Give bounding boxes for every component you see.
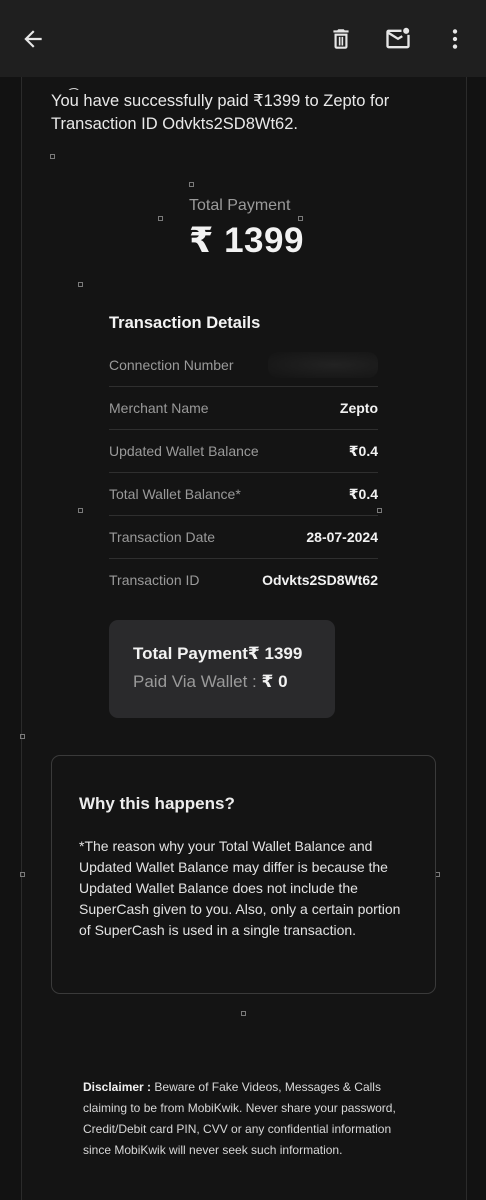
- decorative-dot: [241, 1011, 246, 1016]
- intro-message: ...@y... You have successfully paid ₹139…: [51, 84, 451, 136]
- back-arrow-icon[interactable]: [18, 24, 48, 54]
- detail-key: Transaction Date: [109, 529, 216, 545]
- detail-value: Odvkts2SD8Wt62: [262, 572, 378, 588]
- detail-value: ₹0.4: [348, 442, 378, 459]
- detail-row-updated-wallet-balance: Updated Wallet Balance ₹0.4: [109, 430, 378, 473]
- why-body: *The reason why your Total Wallet Balanc…: [79, 838, 401, 938]
- detail-key: Updated Wallet Balance: [109, 443, 259, 459]
- paid-via-value: ₹ 0: [261, 672, 288, 691]
- detail-value: ₹0.4: [348, 485, 378, 502]
- decorative-dot: [78, 282, 83, 287]
- detail-row-transaction-date: Transaction Date 28-07-2024: [109, 516, 378, 559]
- top-app-bar: [0, 0, 486, 77]
- decorative-dot: [78, 508, 83, 513]
- redacted-connection-number: [268, 352, 378, 378]
- decorative-dot: [158, 216, 163, 221]
- detail-key: Merchant Name: [109, 400, 209, 416]
- transaction-details-title: Transaction Details: [109, 314, 261, 332]
- detail-value: 28-07-2024: [306, 529, 378, 545]
- detail-key: Connection Number: [109, 357, 234, 373]
- decorative-dot: [189, 182, 194, 187]
- trash-icon[interactable]: [326, 24, 356, 54]
- total-payment-label: Total Payment: [189, 197, 291, 214]
- total-payment-amount: ₹ 1399: [189, 221, 304, 260]
- paid-via-label: Paid Via Wallet :: [133, 672, 257, 691]
- why-title: Why this happens?: [79, 794, 235, 813]
- detail-value: Zepto: [339, 400, 378, 416]
- mark-unread-icon[interactable]: [383, 24, 413, 54]
- detail-row-total-wallet-balance: Total Wallet Balance* ₹0.4: [109, 473, 378, 516]
- decorative-dot: [20, 734, 25, 739]
- detail-key: Total Wallet Balance*: [109, 486, 241, 502]
- decorative-dot: [20, 872, 25, 877]
- disclaimer: Disclaimer : Beware of Fake Videos, Mess…: [83, 1077, 403, 1161]
- more-vert-icon[interactable]: [440, 24, 470, 54]
- disclaimer-label: Disclaimer :: [83, 1080, 152, 1094]
- payment-summary-card: Total Payment₹ 1399 Paid Via Wallet : ₹ …: [109, 620, 335, 718]
- intro-text: You have successfully paid ₹1399 to Zept…: [51, 92, 390, 133]
- detail-key: Transaction ID: [109, 572, 200, 588]
- transaction-details: Transaction Details Connection Number Me…: [109, 310, 378, 601]
- detail-row-merchant-name: Merchant Name Zepto: [109, 387, 378, 430]
- summary-total-line: Total Payment₹ 1399: [133, 644, 303, 663]
- decorative-dot: [50, 154, 55, 159]
- clipped-email-line: ...@y...: [51, 84, 451, 90]
- why-this-happens-box: Why this happens? *The reason why your T…: [51, 755, 436, 994]
- total-payment-header: Total Payment ₹ 1399: [189, 197, 304, 261]
- summary-paid-via-line: Paid Via Wallet : ₹ 0: [133, 672, 288, 692]
- detail-row-connection-number: Connection Number: [109, 344, 378, 387]
- detail-row-transaction-id: Transaction ID Odvkts2SD8Wt62: [109, 559, 378, 601]
